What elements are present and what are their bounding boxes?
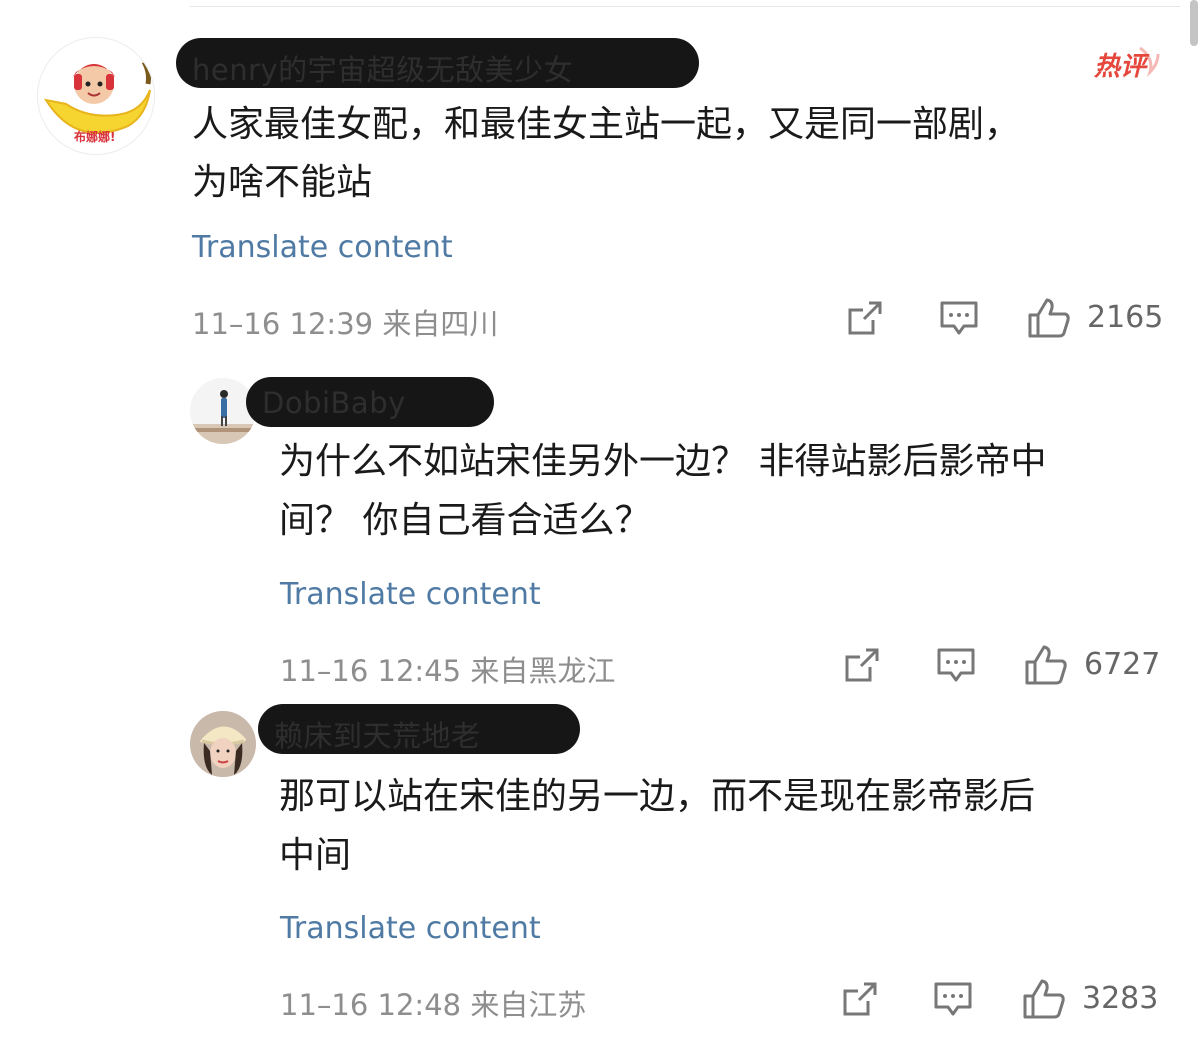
like-button[interactable] (1020, 975, 1068, 1023)
scrollbar[interactable] (1190, 0, 1198, 46)
reply-button[interactable] (934, 643, 978, 687)
comment-text-line: 中间 (279, 835, 352, 876)
comment-text-line: 人家最佳女配，和最佳女主站一起，又是同一部剧， (192, 104, 1021, 145)
woman-avatar-icon (190, 711, 256, 777)
comment-meta: 11–16 12:48 来自江苏 (280, 988, 587, 1022)
username: 赖床到天荒地老 (274, 719, 481, 753)
share-button[interactable] (840, 643, 884, 687)
username-redacted[interactable]: DobiBaby (246, 377, 494, 427)
reply-button[interactable] (931, 977, 975, 1021)
like-count: 6727 (1084, 647, 1161, 682)
top-divider (190, 6, 1180, 7)
share-icon (845, 648, 879, 682)
thumbs-up-icon (1023, 979, 1065, 1019)
share-icon (843, 982, 877, 1016)
comment-icon (940, 301, 978, 335)
hot-badge-label: 热评 (1094, 52, 1147, 82)
reply-button[interactable] (937, 296, 981, 340)
translate-link[interactable]: Translate content (280, 577, 541, 612)
comment-meta: 11–16 12:39 来自四川 (192, 307, 499, 341)
person-avatar-icon (190, 390, 256, 444)
share-icon (848, 301, 882, 335)
share-button[interactable] (838, 977, 882, 1021)
comment-text-line: 为啥不能站 (192, 162, 373, 203)
translate-link[interactable]: Translate content (280, 911, 541, 946)
username: henry的宇宙超级无敌美少女 (192, 53, 574, 87)
username: DobiBaby (262, 386, 406, 420)
share-button[interactable] (843, 296, 887, 340)
comment-meta: 11–16 12:45 来自黑龙江 (280, 654, 616, 688)
comment-icon (937, 648, 975, 682)
like-button[interactable] (1025, 294, 1073, 342)
username-redacted[interactable]: 赖床到天荒地老 (258, 704, 580, 754)
avatar-caption: 布娜娜! (74, 130, 116, 144)
thumbs-up-icon (1028, 298, 1070, 338)
avatar[interactable]: 布娜娜! (37, 37, 155, 155)
like-count: 3283 (1082, 981, 1159, 1016)
like-count: 2165 (1087, 300, 1164, 335)
comment-text-line: 间？ 你自己看合适么？ (279, 500, 651, 541)
avatar[interactable] (190, 711, 256, 777)
like-button[interactable] (1022, 641, 1070, 689)
comment-icon (934, 982, 972, 1016)
comment-text-line: 那可以站在宋佳的另一边，而不是现在影帝影后 (279, 776, 1036, 817)
username-redacted[interactable]: henry的宇宙超级无敌美少女 (176, 38, 699, 88)
comment-text-line: 为什么不如站宋佳另外一边？ 非得站影后影帝中 (279, 441, 1047, 482)
hot-comment-badge: 热评 (1092, 44, 1162, 84)
thumbs-up-icon (1025, 645, 1067, 685)
translate-link[interactable]: Translate content (192, 230, 453, 265)
avatar[interactable] (190, 378, 256, 444)
